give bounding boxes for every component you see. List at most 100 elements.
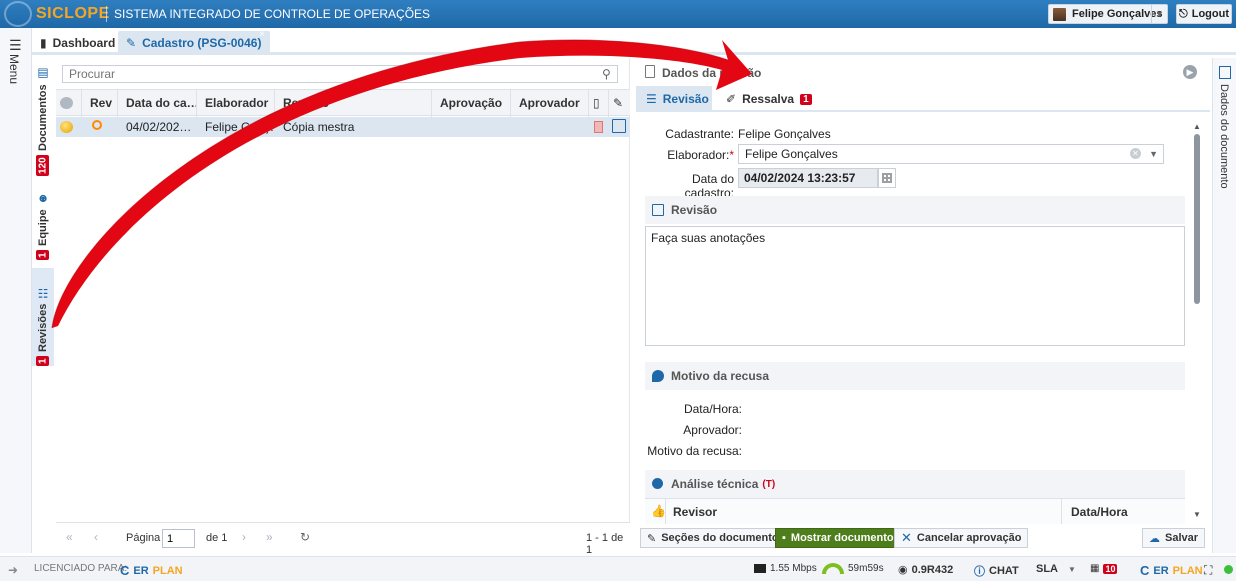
chat-button[interactable]: ⓘ CHAT <box>974 563 1019 579</box>
dados-documento-label[interactable]: Dados do documento <box>1218 84 1230 189</box>
revisao-section-header: Revisão <box>645 196 1185 224</box>
online-status-icon <box>1224 565 1233 574</box>
secoes-button[interactable]: ✎ Seções do documento <box>640 528 786 548</box>
details-header: Dados da revisão ▶ <box>636 58 1210 86</box>
column-aprovacao[interactable]: Aprovação <box>432 90 511 117</box>
scroll-up-icon[interactable]: ▲ <box>1193 122 1201 131</box>
sla-dropdown[interactable]: SLA ▼ <box>1036 563 1076 575</box>
revision-details-panel: Dados da revisão ▶ ☰ Revisão ✐ Ressalva … <box>636 58 1210 553</box>
pager: « ‹ Página de 1 › » ↻ 1 - 1 de 1 <box>56 522 630 556</box>
elaborador-select[interactable]: Felipe Gonçalves ✕ ▼ <box>738 144 1164 164</box>
tab-bar: ▮ Dashboard ✎ Cadastro (PSG-0046) × <box>32 28 1236 55</box>
tab-revisao[interactable]: ☰ Revisão <box>636 86 712 112</box>
data-cadastro-field[interactable]: 04/02/2024 13:23:57 <box>738 168 878 188</box>
chat-icon: ⓘ <box>974 566 985 578</box>
revisions-icon: ☷ <box>36 286 50 301</box>
clipboard-icon <box>645 65 655 78</box>
notifications-button[interactable]: ▦ 10 <box>1090 563 1118 574</box>
logout-button[interactable]: ⎋ Logout <box>1176 4 1232 24</box>
rail-tab-equipe[interactable]: 1 Equipe ☻ <box>32 190 54 260</box>
cell-revisao: Cópia mestra <box>283 120 355 134</box>
pdf-column-icon[interactable]: ▯ <box>589 90 609 117</box>
logo-emblem-icon <box>4 1 32 27</box>
details-title: Dados da revisão <box>662 66 762 80</box>
table-row[interactable]: 04/02/202… Felipe Gonç… Cópia mestra <box>56 117 630 137</box>
chevron-right-icon[interactable]: ▶ <box>1183 65 1197 79</box>
refresh-icon[interactable]: ↻ <box>300 530 310 544</box>
user-icon <box>652 478 663 489</box>
scroll-thumb[interactable] <box>1194 134 1200 304</box>
list-icon: ☰ <box>646 92 657 106</box>
details-form: Cadastrante: Felipe Gonçalves Elaborador… <box>636 114 1196 524</box>
tab-close-icon[interactable]: × <box>259 29 265 40</box>
details-tabs: ☰ Revisão ✐ Ressalva 1 <box>636 86 1210 112</box>
edit-column-icon[interactable]: ✎ <box>609 90 630 117</box>
details-footer: ✎ Seções do documento ▪ Mostrar document… <box>636 528 1210 553</box>
calendar-icon: ▦ <box>1090 563 1100 574</box>
cancelar-aprovacao-button[interactable]: ✕ Cancelar aprovação <box>894 528 1029 548</box>
search-input[interactable] <box>62 65 618 83</box>
tab-dashboard[interactable]: ▮ Dashboard <box>32 31 123 55</box>
salvar-button[interactable]: ☁ Salvar <box>1142 528 1206 548</box>
motivo-label: Motivo da recusa: <box>647 444 742 458</box>
page-label: Página <box>126 532 161 544</box>
cell-elaborador: Felipe Gonç… <box>205 120 275 134</box>
page-input[interactable] <box>162 529 195 548</box>
expand-icon[interactable]: ➜ <box>8 563 18 577</box>
details-scrollbar[interactable]: ▲ ▼ <box>1190 122 1202 520</box>
elaborador-label: Elaborador:* <box>667 148 734 162</box>
chevron-down-icon[interactable]: ▼ <box>1149 145 1158 163</box>
app-subtitle: SISTEMA INTEGRADO DE CONTROLE DE OPERAÇÕ… <box>114 7 431 21</box>
search-icon[interactable]: ⚲ <box>602 67 611 81</box>
team-icon: ☻ <box>36 191 50 206</box>
top-bar: SICLOPE SISTEMA INTEGRADO DE CONTROLE DE… <box>0 0 1236 28</box>
user-menu[interactable]: Felipe Gonçalves ▼ <box>1048 4 1168 24</box>
chevron-down-icon[interactable]: ▼ <box>1151 5 1167 23</box>
column-data[interactable]: Data do ca… <box>118 90 197 117</box>
prev-page-icon[interactable]: ‹ <box>94 530 98 544</box>
logout-icon: ⎋ <box>1179 7 1188 20</box>
next-page-icon[interactable]: › <box>242 530 246 544</box>
pdf-icon[interactable] <box>594 121 603 133</box>
menu-label[interactable]: Menu <box>7 54 21 84</box>
status-bar: ➜ LICENCIADO PARA: C ER PLAN 1.55 Mbps 59m… <box>0 556 1236 581</box>
column-revisao[interactable]: Revisão <box>275 90 432 117</box>
tab-ressalva[interactable]: ✐ Ressalva 1 <box>716 86 822 112</box>
status-dot-icon <box>60 97 73 109</box>
erplan-logo: C ER PLAN <box>120 563 183 578</box>
revisoes-badge: 1 <box>36 356 50 366</box>
document-icon <box>1219 66 1231 79</box>
eye-icon: ◉ <box>898 564 908 576</box>
rail-tab-documentos[interactable]: 120 Documentos ▤ <box>32 66 54 176</box>
last-page-icon[interactable]: » <box>266 530 273 544</box>
column-rev[interactable]: Rev <box>82 90 118 117</box>
status-column-header[interactable] <box>56 90 82 117</box>
cadastrante-label: Cadastrante: <box>665 127 734 141</box>
fullscreen-icon[interactable]: ⛶ <box>1204 563 1212 578</box>
tab-cadastro[interactable]: ✎ Cadastro (PSG-0046) <box>118 31 270 55</box>
chevron-down-icon: ▼ <box>1068 564 1076 574</box>
record-count: 1 - 1 de 1 <box>586 532 624 556</box>
column-revisor[interactable]: Revisor <box>673 505 717 519</box>
first-page-icon[interactable]: « <box>66 530 73 544</box>
edit-icon: ✎ <box>647 532 657 545</box>
hamburger-icon[interactable]: ☰ <box>9 37 22 54</box>
calendar-icon[interactable] <box>878 168 896 188</box>
notifications-badge: 10 <box>1103 563 1118 574</box>
analise-grid-header: 👍 Revisor Data/Hora <box>645 498 1185 524</box>
column-aprovador[interactable]: Aprovador <box>511 90 589 117</box>
edit-icon[interactable] <box>612 119 626 133</box>
cadastrante-value: Felipe Gonçalves <box>738 127 831 141</box>
right-rail[interactable]: Dados do documento <box>1212 58 1236 553</box>
equipe-badge: 1 <box>36 250 50 260</box>
document-icon: ▪ <box>782 532 786 544</box>
thumbs-up-icon: 👍 <box>651 504 666 518</box>
scroll-down-icon[interactable]: ▼ <box>1193 510 1201 519</box>
mostrar-documento-button[interactable]: ▪ Mostrar documento <box>775 528 901 548</box>
revisao-notes-textarea[interactable]: Faça suas anotações <box>645 226 1185 346</box>
clear-icon[interactable]: ✕ <box>1130 148 1141 159</box>
column-elaborador[interactable]: Elaborador <box>197 90 275 117</box>
rail-tab-revisoes[interactable]: 1 Revisões ☷ <box>32 268 54 366</box>
gauge-icon <box>822 563 844 574</box>
column-datahora[interactable]: Data/Hora <box>1071 505 1128 519</box>
